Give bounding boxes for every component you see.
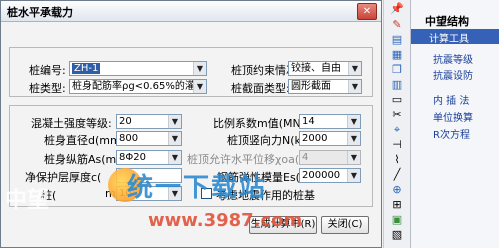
chevron-down-icon[interactable]: ▼ [193,62,206,75]
zw-structure-panel: 中望结构 计算工具 抗震等级 抗震设防 内 插 法 单位换算 R次方程 [410,0,499,248]
copy-icon[interactable]: ❐ [389,63,405,77]
cut-icon[interactable]: ✂ [389,108,405,122]
watermark-url: www.3987.com [148,210,303,231]
chevron-down-icon[interactable]: ▼ [347,132,360,145]
panel-title: 中望结构 [425,15,469,28]
diameter-value: 800 [119,133,139,144]
chevron-down-icon[interactable]: ▼ [168,115,181,128]
pile-type-value: 桩身配筋率ρg<0.65%的灌注桩 [72,81,207,92]
chevron-down-icon[interactable]: ▼ [168,132,181,145]
img-icon[interactable]: ▧ [389,228,405,242]
dialog-title: 桩水平承载力 [7,6,73,19]
chevron-down-icon[interactable]: ▼ [347,115,360,128]
concrete-grade-combo[interactable]: 20 ▼ [116,114,182,129]
top-constraint-value: 铰接、自由 [291,63,341,74]
rebar-value: 8Φ20 [119,152,146,163]
panel-item-unit-conversion[interactable]: 单位换算 [433,109,473,124]
allowed-disp-value: 4 [302,152,309,163]
ruler-icon[interactable]: ⊞ [389,198,405,212]
chevron-down-icon[interactable]: ▼ [168,151,181,164]
section-type-value: 圆形截面 [291,81,331,92]
panel-header: 中望结构 [411,0,499,28]
pin-icon[interactable]: 📌 [389,2,405,16]
zoom-icon[interactable]: ⊕ [389,183,405,197]
panel-item-nth-equation[interactable]: R次方程 [433,126,470,141]
layers-icon[interactable]: ▤ [389,33,405,47]
break-icon[interactable]: ⊣ [389,138,405,152]
top-force-value: 2000 [302,133,328,144]
concrete-grade-label: 混凝土强度等级: [31,117,112,130]
rebar-combo[interactable]: 8Φ20 ▼ [116,150,182,165]
m-coef-combo[interactable]: 14 ▼ [299,114,361,129]
line-icon[interactable]: ╱ [389,168,405,182]
top-constraint-combo[interactable]: 铰接、自由 ▼ [288,61,362,76]
pile-type-label: 桩类型: [29,82,66,95]
diameter-combo[interactable]: 800 ▼ [116,131,182,146]
elastic-mod-value: 200000 [302,170,341,181]
rect-icon[interactable]: ▭ [389,93,405,107]
watermark-main: 统一下载站 [127,173,268,203]
chevron-down-icon[interactable]: ▼ [348,80,361,93]
section-type-label: 桩截面类型: [231,82,290,95]
category-label: 计算工具 [429,34,469,45]
chevron-down-icon[interactable]: ▼ [193,80,206,93]
close-button[interactable]: 关闭(C) [321,216,369,234]
panel-item-seismic-fortification[interactable]: 抗震设防 [433,67,473,82]
pile-no-combo[interactable]: ZH-1 ▼ [69,61,207,76]
category-calc-tools[interactable]: 计算工具 [411,29,499,45]
close-icon[interactable]: ✕ [357,3,377,20]
top-force-combo[interactable]: 2000 ▼ [299,131,361,146]
dialog-titlebar: 桩水平承载力 ✕ [1,1,381,22]
select-icon[interactable]: ⌖ [389,123,405,137]
sketch-icon[interactable]: ⌇ [389,153,405,167]
pile-type-combo[interactable]: 桩身配筋率ρg<0.65%的灌注桩 ▼ [69,79,207,94]
chevron-down-icon[interactable]: ▼ [348,62,361,75]
concrete-grade-value: 20 [119,116,132,127]
vertical-toolbar: 📌 ✎ ▤ ▦ ❐ ▥ ▭ ✂ ⌖ ⊣ ⌇ ╱ ⊕ ⊞ ▣ ▧ [383,0,410,248]
chevron-down-icon: ▼ [347,151,360,164]
table-icon[interactable]: ▥ [389,78,405,92]
pile-no-value: ZH-1 [72,63,101,74]
watermark-left: 中望 [5,188,50,213]
chevron-down-icon[interactable]: ▼ [347,169,360,182]
section-type-combo[interactable]: 圆形截面 ▼ [288,79,362,94]
panel-item-seismic-grade[interactable]: 抗震等级 [433,51,473,66]
block-icon[interactable]: ▣ [389,213,405,227]
allowed-disp-combo: 4 ▼ [299,150,361,165]
grid-icon[interactable]: ▦ [389,48,405,62]
elastic-mod-combo[interactable]: 200000 ▼ [299,168,361,183]
m-coef-value: 14 [302,116,315,127]
pile-no-label: 桩编号: [29,64,66,77]
panel-item-interpolation[interactable]: 内 插 法 [433,92,469,107]
brush-icon[interactable]: ✎ [389,18,405,32]
